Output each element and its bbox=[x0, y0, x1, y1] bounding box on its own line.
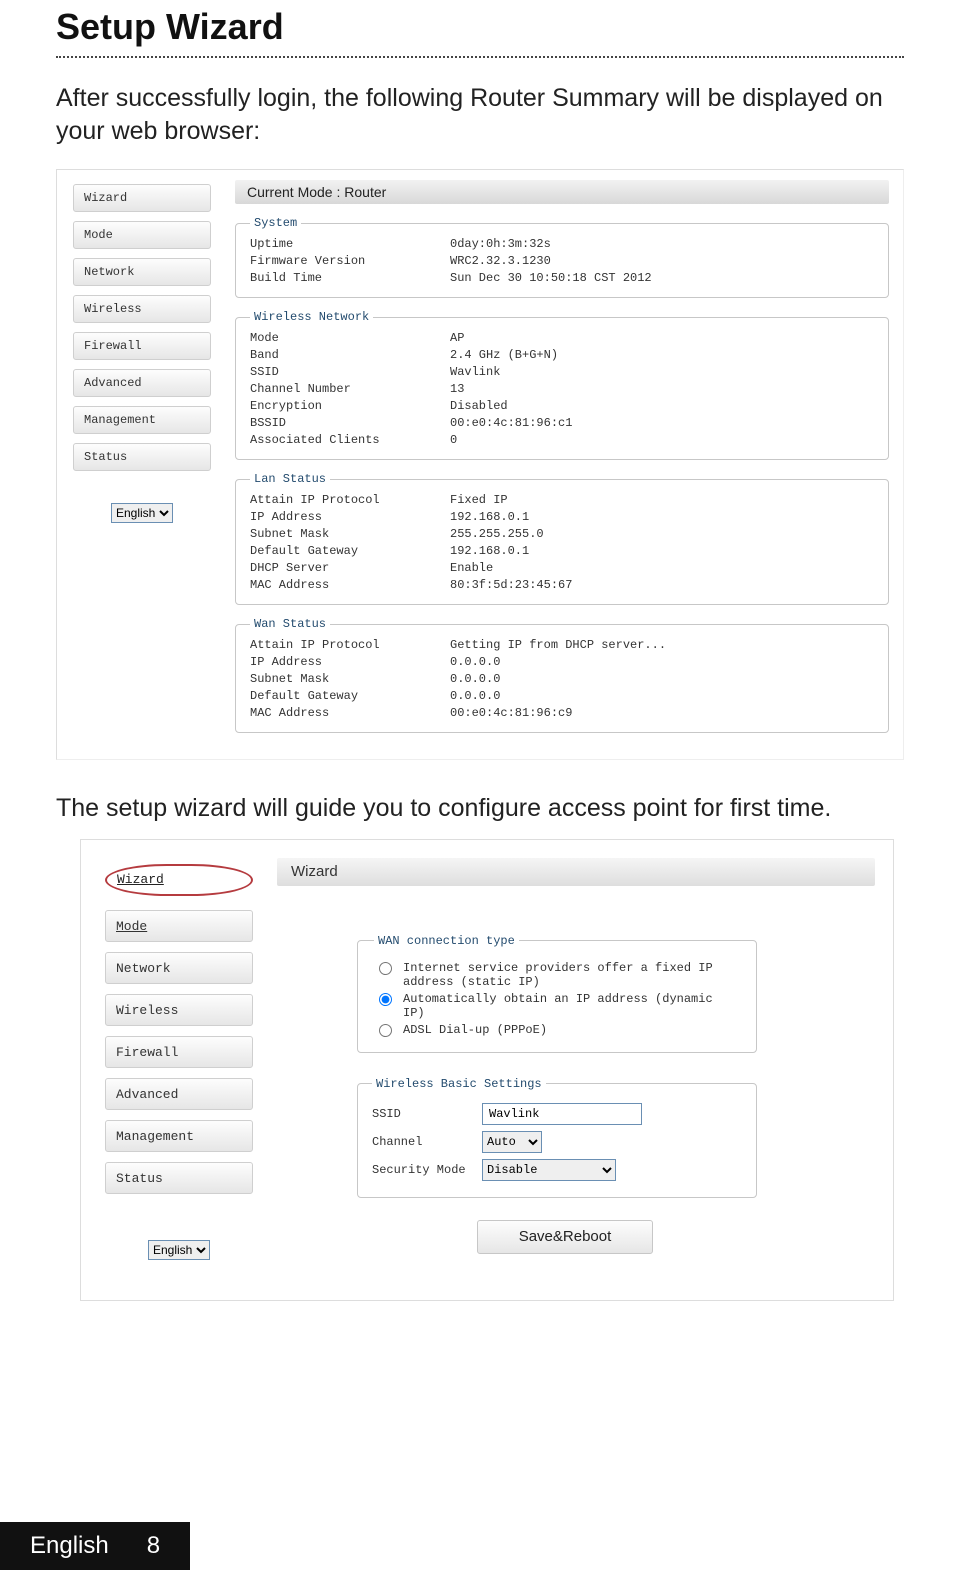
sidebar-item-mode[interactable]: Mode bbox=[73, 221, 211, 249]
table-row: Subnet Mask0.0.0.0 bbox=[250, 671, 874, 688]
sidebar-item-network[interactable]: Network bbox=[105, 952, 253, 984]
radio-pppoe-label: ADSL Dial-up (PPPoE) bbox=[403, 1023, 547, 1037]
intro-text-2: The setup wizard will guide you to confi… bbox=[56, 792, 904, 825]
ssid-label: SSID bbox=[372, 1107, 482, 1121]
wan-connection-legend: WAN connection type bbox=[374, 934, 519, 948]
router-summary-screenshot: Wizard Mode Network Wireless Firewall Ad… bbox=[56, 169, 904, 760]
table-row: Uptime0day:0h:3m:32s bbox=[250, 236, 874, 253]
wizard-heading-bar: Wizard bbox=[277, 858, 875, 886]
wireless-basic-legend: Wireless Basic Settings bbox=[372, 1077, 546, 1091]
system-legend: System bbox=[250, 216, 301, 230]
table-row: Channel Number13 bbox=[250, 381, 874, 398]
channel-select[interactable]: Auto bbox=[482, 1131, 542, 1153]
sidebar-item-status[interactable]: Status bbox=[73, 443, 211, 471]
footer-tab: English 8 bbox=[0, 1522, 190, 1570]
table-row: Attain IP ProtocolFixed IP bbox=[250, 492, 874, 509]
radio-dynamic-ip-input[interactable] bbox=[379, 993, 392, 1006]
radio-pppoe[interactable]: ADSL Dial-up (PPPoE) bbox=[374, 1023, 740, 1037]
table-row: IP Address0.0.0.0 bbox=[250, 654, 874, 671]
radio-static-ip[interactable]: Internet service providers offer a fixed… bbox=[374, 961, 740, 989]
sidebar-item-management[interactable]: Management bbox=[73, 406, 211, 434]
sidebar-item-mode[interactable]: Mode bbox=[105, 910, 253, 942]
lan-panel: Lan Status Attain IP ProtocolFixed IP IP… bbox=[235, 472, 889, 605]
sidebar-item-advanced[interactable]: Advanced bbox=[73, 369, 211, 397]
table-row: Default Gateway0.0.0.0 bbox=[250, 688, 874, 705]
radio-dynamic-ip-label: Automatically obtain an IP address (dyna… bbox=[403, 992, 740, 1020]
table-row: EncryptionDisabled bbox=[250, 398, 874, 415]
page-title: Setup Wizard bbox=[56, 6, 904, 48]
radio-static-ip-label: Internet service providers offer a fixed… bbox=[403, 961, 740, 989]
security-mode-label: Security Mode bbox=[372, 1163, 482, 1177]
table-row: ModeAP bbox=[250, 330, 874, 347]
wizard-main: Wizard WAN connection type Internet serv… bbox=[277, 858, 875, 1260]
table-row: Band2.4 GHz (B+G+N) bbox=[250, 347, 874, 364]
radio-pppoe-input[interactable] bbox=[379, 1024, 392, 1037]
sidebar-item-wizard-circled[interactable]: Wizard bbox=[105, 864, 253, 896]
table-row: IP Address192.168.0.1 bbox=[250, 509, 874, 526]
table-row: Default Gateway192.168.0.1 bbox=[250, 543, 874, 560]
wan-legend: Wan Status bbox=[250, 617, 330, 631]
summary-main: Current Mode : Router System Uptime0day:… bbox=[235, 180, 889, 733]
table-row: MAC Address00:e0:4c:81:96:c9 bbox=[250, 705, 874, 722]
table-row: Firmware VersionWRC2.32.3.1230 bbox=[250, 253, 874, 270]
sidebar-item-status[interactable]: Status bbox=[105, 1162, 253, 1194]
table-row: BSSID00:e0:4c:81:96:c1 bbox=[250, 415, 874, 432]
wizard-screenshot: Wizard Mode Network Wireless Firewall Ad… bbox=[80, 839, 894, 1301]
wan-panel: Wan Status Attain IP ProtocolGetting IP … bbox=[235, 617, 889, 733]
intro-text-1: After successfully login, the following … bbox=[56, 82, 904, 147]
sidebar-item-management[interactable]: Management bbox=[105, 1120, 253, 1152]
sidebar-2: Wizard Mode Network Wireless Firewall Ad… bbox=[105, 858, 253, 1260]
security-mode-select[interactable]: Disable bbox=[482, 1159, 616, 1181]
current-mode-bar: Current Mode : Router bbox=[235, 180, 889, 204]
sidebar-item-wireless[interactable]: Wireless bbox=[73, 295, 211, 323]
sidebar: Wizard Mode Network Wireless Firewall Ad… bbox=[73, 180, 211, 733]
sidebar-item-wizard[interactable]: Wizard bbox=[73, 184, 211, 212]
table-row: MAC Address80:3f:5d:23:45:67 bbox=[250, 577, 874, 594]
table-row: SSIDWavlink bbox=[250, 364, 874, 381]
lan-legend: Lan Status bbox=[250, 472, 330, 486]
sidebar-item-network[interactable]: Network bbox=[73, 258, 211, 286]
sidebar-item-wireless[interactable]: Wireless bbox=[105, 994, 253, 1026]
language-select[interactable]: English bbox=[111, 503, 173, 523]
table-row: Build TimeSun Dec 30 10:50:18 CST 2012 bbox=[250, 270, 874, 287]
sidebar-item-firewall[interactable]: Firewall bbox=[73, 332, 211, 360]
table-row: Attain IP ProtocolGetting IP from DHCP s… bbox=[250, 637, 874, 654]
wireless-legend: Wireless Network bbox=[250, 310, 373, 324]
table-row: DHCP ServerEnable bbox=[250, 560, 874, 577]
table-row: Associated Clients0 bbox=[250, 432, 874, 449]
ssid-input[interactable] bbox=[482, 1103, 642, 1125]
footer-page-number: 8 bbox=[147, 1532, 160, 1560]
radio-dynamic-ip[interactable]: Automatically obtain an IP address (dyna… bbox=[374, 992, 740, 1020]
wireless-basic-panel: Wireless Basic Settings SSID Channel Aut… bbox=[357, 1077, 757, 1198]
radio-static-ip-input[interactable] bbox=[379, 962, 392, 975]
table-row: Subnet Mask255.255.255.0 bbox=[250, 526, 874, 543]
divider bbox=[56, 56, 904, 58]
save-reboot-button[interactable]: Save&Reboot bbox=[477, 1220, 653, 1254]
sidebar-item-firewall[interactable]: Firewall bbox=[105, 1036, 253, 1068]
sidebar-item-advanced[interactable]: Advanced bbox=[105, 1078, 253, 1110]
footer-language: English bbox=[30, 1532, 109, 1560]
system-panel: System Uptime0day:0h:3m:32s Firmware Ver… bbox=[235, 216, 889, 298]
wireless-panel: Wireless Network ModeAP Band2.4 GHz (B+G… bbox=[235, 310, 889, 460]
language-select-2[interactable]: English bbox=[148, 1240, 210, 1260]
wan-connection-panel: WAN connection type Internet service pro… bbox=[357, 934, 757, 1053]
channel-label: Channel bbox=[372, 1135, 482, 1149]
